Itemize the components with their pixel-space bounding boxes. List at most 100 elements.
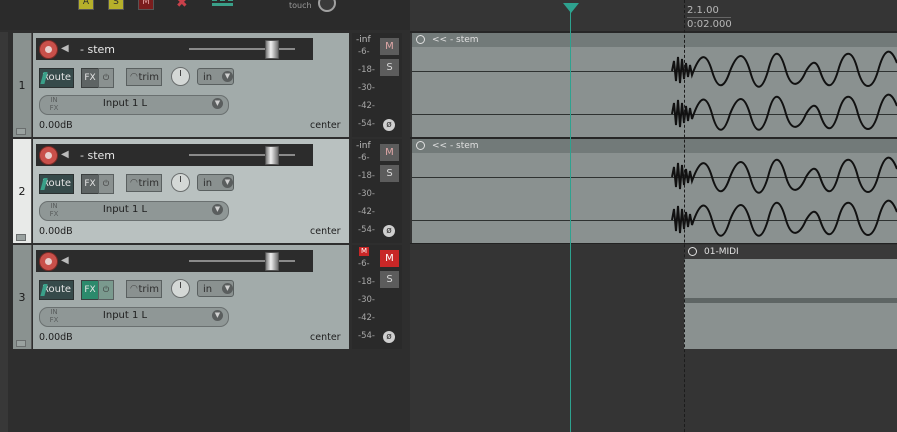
trim-button[interactable]: trim	[126, 174, 162, 192]
volume-fader-knob[interactable]	[265, 146, 279, 165]
record-arm-button[interactable]	[39, 252, 58, 271]
chevron-down-icon[interactable]: ▼	[222, 177, 233, 188]
input-fx-label[interactable]: IN FX	[42, 201, 66, 219]
transport-toolbar	[0, 0, 410, 30]
volume-value: 0.00dB	[39, 226, 73, 237]
track-name[interactable]: - stem	[80, 44, 115, 56]
chevron-down-icon[interactable]: ▼	[212, 98, 223, 109]
meter-tick: -18-	[358, 171, 375, 181]
play-cursor[interactable]	[570, 10, 571, 432]
mute-button[interactable]: M	[379, 249, 400, 268]
toolbar-close-icon[interactable]: ✖	[176, 0, 188, 11]
meter-tick: -30-	[358, 189, 375, 199]
speaker-icon[interactable]: ◀	[61, 256, 73, 266]
phase-invert-icon[interactable]: ø	[383, 119, 395, 131]
fx-button[interactable]: FX	[81, 174, 99, 194]
meter-tick: -18-	[358, 277, 375, 287]
chevron-down-icon[interactable]: ▼	[222, 283, 233, 294]
phase-invert-icon[interactable]: ø	[383, 225, 395, 237]
pan-value: center	[310, 332, 341, 343]
volume-fader-knob[interactable]	[265, 40, 279, 59]
solo-button[interactable]: S	[379, 270, 400, 289]
mute-button[interactable]: M	[379, 143, 400, 162]
track-number-2[interactable]: 2	[13, 139, 32, 243]
folder-icon[interactable]	[16, 128, 26, 135]
audio-waveforms	[671, 50, 897, 237]
solo-button[interactable]: S	[379, 164, 400, 183]
input-select-value: Input 1 L	[102, 98, 148, 109]
input-fx-label[interactable]: IN FX	[42, 95, 66, 113]
tcp-scrollbar[interactable]	[0, 32, 8, 432]
toolbar-a-button[interactable]: A	[78, 0, 94, 10]
timeline-ruler[interactable]	[410, 0, 897, 32]
speaker-icon[interactable]: ◀	[61, 150, 73, 160]
volume-value: 0.00dB	[39, 332, 73, 343]
fx-button[interactable]: FX	[81, 68, 99, 88]
meter-clip-indicator[interactable]: M	[359, 247, 369, 256]
route-button[interactable]: Route	[39, 280, 74, 300]
input-select-value: Input 1 L	[102, 310, 148, 321]
solo-button[interactable]: S	[379, 58, 400, 77]
chevron-down-icon[interactable]: ▼	[222, 71, 233, 82]
track-name[interactable]: - stem	[80, 150, 115, 162]
item-power-icon[interactable]	[688, 247, 697, 256]
track-number-label: 2	[18, 185, 26, 198]
ruler-measure-label: 2.1.00	[687, 5, 719, 16]
fx-button[interactable]: FX	[81, 280, 99, 300]
automation-mode-label: touch	[289, 1, 312, 10]
speaker-icon[interactable]: ◀	[61, 44, 73, 54]
meter-tick: -54-	[358, 119, 375, 129]
meter-peak-label: -inf	[356, 141, 371, 151]
pan-knob[interactable]	[171, 173, 190, 192]
phase-invert-icon[interactable]: ø	[383, 331, 395, 343]
toolbar-m-button[interactable]: M	[138, 0, 154, 10]
trim-button[interactable]: trim	[126, 68, 162, 86]
midi-item[interactable]	[684, 258, 897, 349]
record-arm-button[interactable]	[39, 146, 58, 165]
meter-tick: -6-	[358, 259, 370, 269]
meter-tick: -18-	[358, 65, 375, 75]
midi-lane-divider	[684, 298, 897, 303]
toolbar-s-button[interactable]: S	[108, 0, 124, 10]
fx-bypass-icon[interactable]: ⏻	[98, 68, 114, 88]
track-number-1[interactable]: 1	[13, 33, 32, 137]
folder-icon[interactable]	[16, 234, 26, 241]
input-select-value: Input 1 L	[102, 204, 148, 215]
trim-button[interactable]: trim	[126, 280, 162, 298]
meter-tick: -42-	[358, 207, 375, 217]
midi-item-name: 01-MIDI	[704, 247, 739, 257]
meter-tick: -54-	[358, 331, 375, 341]
volume-fader-track[interactable]	[189, 48, 295, 50]
pan-value: center	[310, 226, 341, 237]
volume-value: 0.00dB	[39, 120, 73, 131]
route-button[interactable]: Route	[39, 174, 74, 194]
pan-knob[interactable]	[171, 279, 190, 298]
fx-bypass-icon[interactable]: ⏻	[98, 174, 114, 194]
grid-icon[interactable]	[212, 0, 234, 6]
meter-tick: -30-	[358, 295, 375, 305]
volume-fader-track[interactable]	[189, 260, 295, 262]
volume-fader-track[interactable]	[189, 154, 295, 156]
meter-peak-label: -inf	[356, 35, 371, 45]
track-number-3[interactable]: 3	[13, 245, 32, 349]
input-fx-label[interactable]: IN FX	[42, 307, 66, 325]
route-button[interactable]: Route	[39, 68, 74, 88]
record-arm-button[interactable]	[39, 40, 58, 59]
fx-bypass-icon[interactable]: ⏻	[98, 280, 114, 300]
play-cursor-head-icon[interactable]	[563, 3, 579, 13]
chevron-down-icon[interactable]: ▼	[212, 310, 223, 321]
mute-button[interactable]: M	[379, 37, 400, 56]
edit-marker-line	[684, 0, 685, 432]
folder-icon[interactable]	[16, 340, 26, 347]
meter-tick: -54-	[358, 225, 375, 235]
meter-tick: -6-	[358, 153, 370, 163]
meter-tick: -30-	[358, 83, 375, 93]
meter-tick: -6-	[358, 47, 370, 57]
track-number-label: 3	[18, 291, 26, 304]
chevron-down-icon[interactable]: ▼	[212, 204, 223, 215]
meter-tick: -42-	[358, 313, 375, 323]
meter-tick: -42-	[358, 101, 375, 111]
volume-fader-knob[interactable]	[265, 252, 279, 271]
ruler-time-label: 0:02.000	[687, 17, 732, 30]
pan-knob[interactable]	[171, 67, 190, 86]
